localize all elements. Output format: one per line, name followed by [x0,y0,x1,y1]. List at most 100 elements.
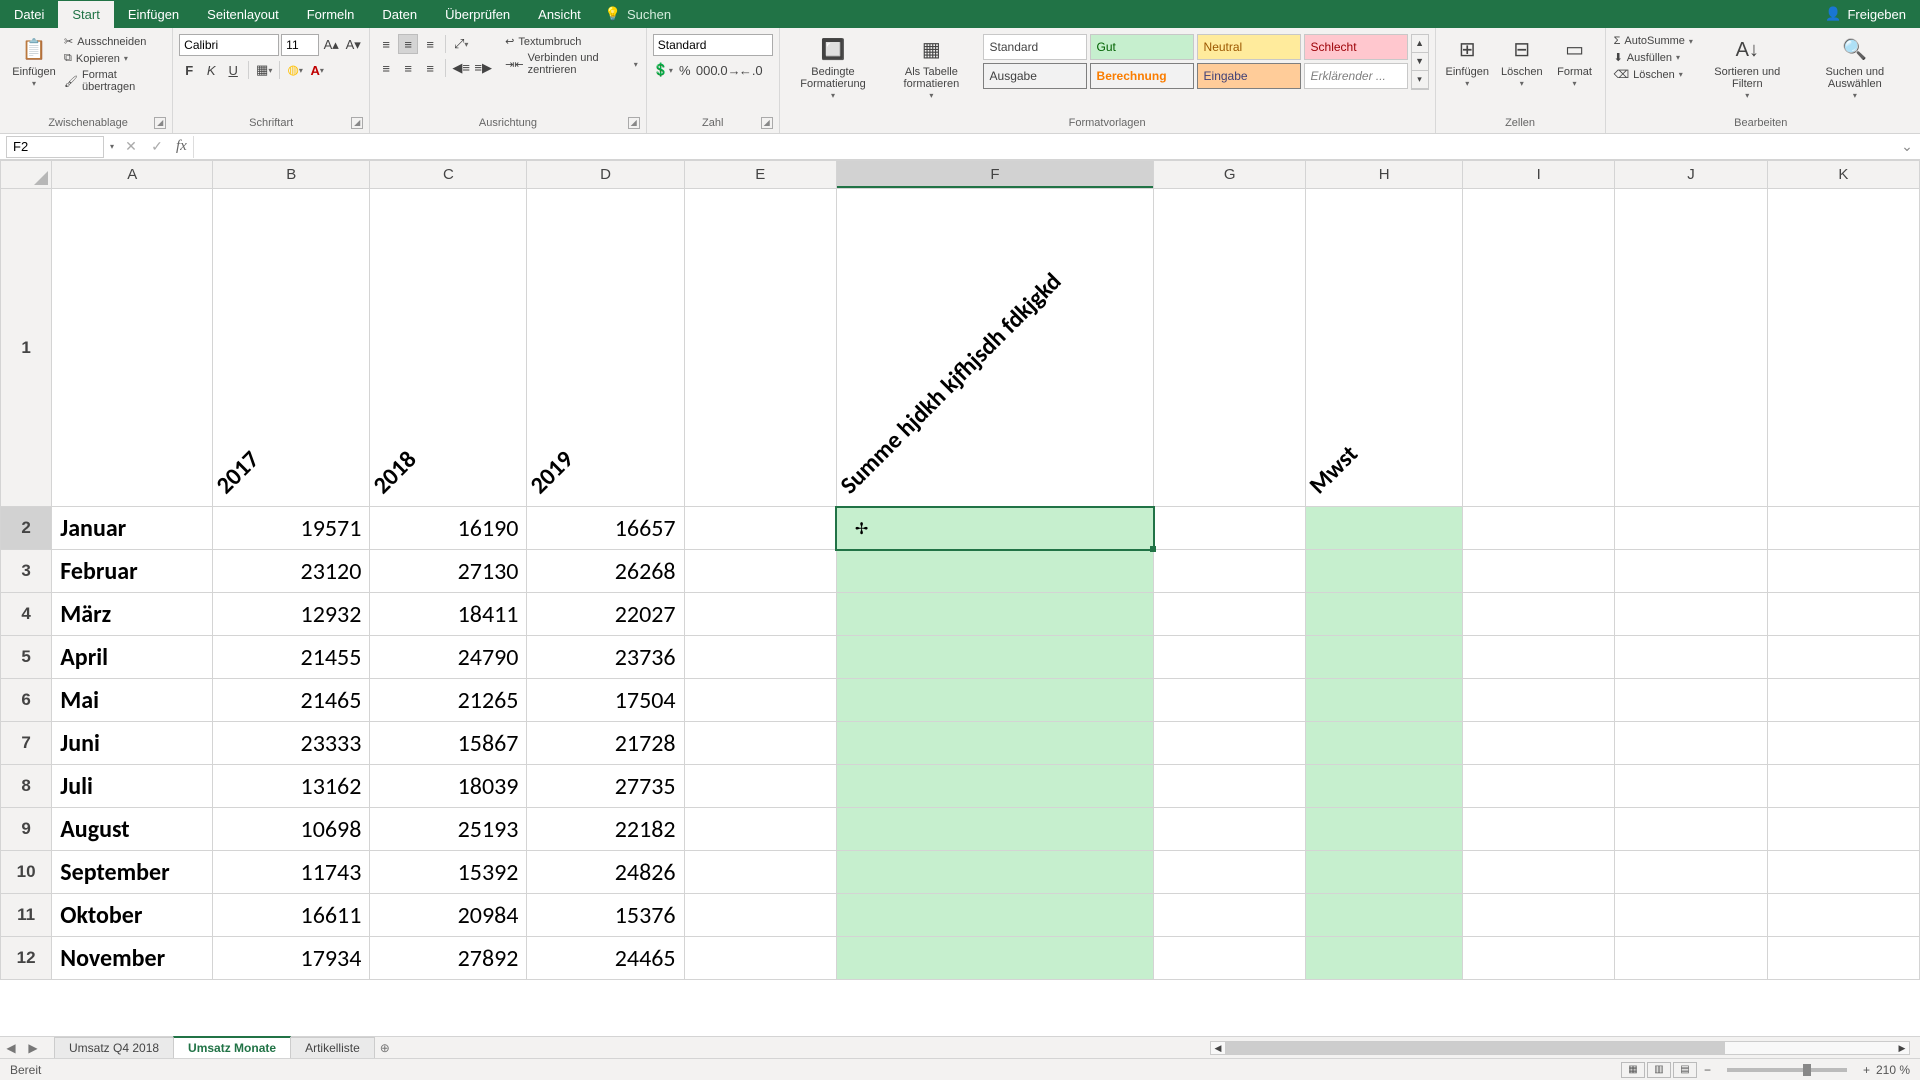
cell-B12[interactable]: 17934 [213,937,370,980]
cell-G7[interactable] [1154,722,1306,765]
cell-E11[interactable] [684,894,836,937]
row-header-4[interactable]: 4 [1,593,52,636]
align-right-button[interactable]: ≡ [420,58,440,78]
font-name-select[interactable] [179,34,279,56]
cell-G6[interactable] [1154,679,1306,722]
thousand-sep-button[interactable]: 000 [697,60,717,80]
cell-C7[interactable]: 15867 [370,722,527,765]
cell-F5[interactable] [836,636,1153,679]
cell-B10[interactable]: 11743 [213,851,370,894]
cell-B2[interactable]: 19571 [213,507,370,550]
insert-cells-button[interactable]: ⊞Einfügen▾ [1442,34,1493,91]
cell-F9[interactable] [836,808,1153,851]
col-header-H[interactable]: H [1306,161,1463,189]
cell-E10[interactable] [684,851,836,894]
cell-F4[interactable] [836,593,1153,636]
borders-button[interactable]: ▦▾ [254,60,274,80]
cell-C5[interactable]: 24790 [370,636,527,679]
tab-ansicht[interactable]: Ansicht [524,1,595,28]
row-header-12[interactable]: 12 [1,937,52,980]
view-normal-button[interactable]: ▦ [1621,1062,1645,1078]
cell-I6[interactable] [1463,679,1615,722]
formula-input[interactable] [193,136,1894,158]
row-header-10[interactable]: 10 [1,851,52,894]
style-eingabe[interactable]: Eingabe [1197,63,1301,89]
cell-D7[interactable]: 21728 [527,722,684,765]
view-page-layout-button[interactable]: ▥ [1647,1062,1671,1078]
cell-J12[interactable] [1615,937,1767,980]
cell-D10[interactable]: 24826 [527,851,684,894]
cell-I9[interactable] [1463,808,1615,851]
cell-A5[interactable]: April [52,636,213,679]
cell-K10[interactable] [1767,851,1919,894]
cell-B11[interactable]: 16611 [213,894,370,937]
cell-H10[interactable] [1306,851,1463,894]
cell-E3[interactable] [684,550,836,593]
cell-I5[interactable] [1463,636,1615,679]
row-header-1[interactable]: 1 [1,189,52,507]
cell-D3[interactable]: 26268 [527,550,684,593]
cell-D5[interactable]: 23736 [527,636,684,679]
cell-J9[interactable] [1615,808,1767,851]
clear-button[interactable]: ⌫Löschen▾ [1612,67,1695,82]
cell-F11[interactable] [836,894,1153,937]
row-header-7[interactable]: 7 [1,722,52,765]
zoom-in-button[interactable]: + [1863,1063,1870,1077]
dialog-launcher-icon[interactable]: ◢ [628,117,640,129]
wrap-text-button[interactable]: ↩Textumbruch [503,34,640,49]
cell-I12[interactable] [1463,937,1615,980]
style-erklaerender[interactable]: Erklärender ... [1304,63,1408,89]
decrease-decimal-button[interactable]: ←.0 [741,60,761,80]
cell-F6[interactable] [836,679,1153,722]
style-neutral[interactable]: Neutral [1197,34,1301,60]
conditional-formatting-button[interactable]: 🔲Bedingte Formatierung▾ [786,34,880,103]
col-header-C[interactable]: C [370,161,527,189]
align-middle-button[interactable]: ≡ [398,34,418,54]
cell-E12[interactable] [684,937,836,980]
cell-B3[interactable]: 23120 [213,550,370,593]
dialog-launcher-icon[interactable]: ◢ [351,117,363,129]
tab-datei[interactable]: Datei [0,1,58,28]
col-header-G[interactable]: G [1154,161,1306,189]
cell-H11[interactable] [1306,894,1463,937]
fx-icon[interactable]: fx [170,138,193,155]
merge-center-button[interactable]: ⇥⇤Verbinden und zentrieren▾ [503,51,640,77]
cell-D11[interactable]: 15376 [527,894,684,937]
dialog-launcher-icon[interactable]: ◢ [761,117,773,129]
share-button[interactable]: 👤Freigeben [1811,0,1920,28]
format-painter-button[interactable]: 🖌Format übertragen [62,68,166,94]
cell-J6[interactable] [1615,679,1767,722]
cell-H12[interactable] [1306,937,1463,980]
dialog-launcher-icon[interactable]: ◢ [154,117,166,129]
increase-decimal-button[interactable]: .0→ [719,60,739,80]
cell-I10[interactable] [1463,851,1615,894]
col-header-F[interactable]: F [836,161,1153,189]
cell-F3[interactable] [836,550,1153,593]
expand-formula-bar-button[interactable]: ⌄ [1894,138,1920,155]
decrease-font-button[interactable]: A▾ [343,35,363,55]
cell-J8[interactable] [1615,765,1767,808]
cell-G11[interactable] [1154,894,1306,937]
cell-I4[interactable] [1463,593,1615,636]
sheet-nav-next[interactable]: ▶ [22,1041,44,1055]
cell-H6[interactable] [1306,679,1463,722]
cell-H1[interactable]: Mwst [1306,189,1463,507]
cell-A4[interactable]: März [52,593,213,636]
decrease-indent-button[interactable]: ◀≡ [451,58,471,78]
cell-K7[interactable] [1767,722,1919,765]
cell-A2[interactable]: Januar [52,507,213,550]
cell-H8[interactable] [1306,765,1463,808]
fill-button[interactable]: ⬇Ausfüllen▾ [1612,50,1695,65]
number-format-select[interactable] [653,34,773,56]
cell-B7[interactable]: 23333 [213,722,370,765]
row-header-6[interactable]: 6 [1,679,52,722]
cell-G3[interactable] [1154,550,1306,593]
percent-format-button[interactable]: % [675,60,695,80]
cell-H5[interactable] [1306,636,1463,679]
cell-J11[interactable] [1615,894,1767,937]
cell-I11[interactable] [1463,894,1615,937]
new-sheet-button[interactable]: ⊕ [374,1041,396,1055]
cell-F8[interactable] [836,765,1153,808]
col-header-J[interactable]: J [1615,161,1767,189]
cell-K9[interactable] [1767,808,1919,851]
